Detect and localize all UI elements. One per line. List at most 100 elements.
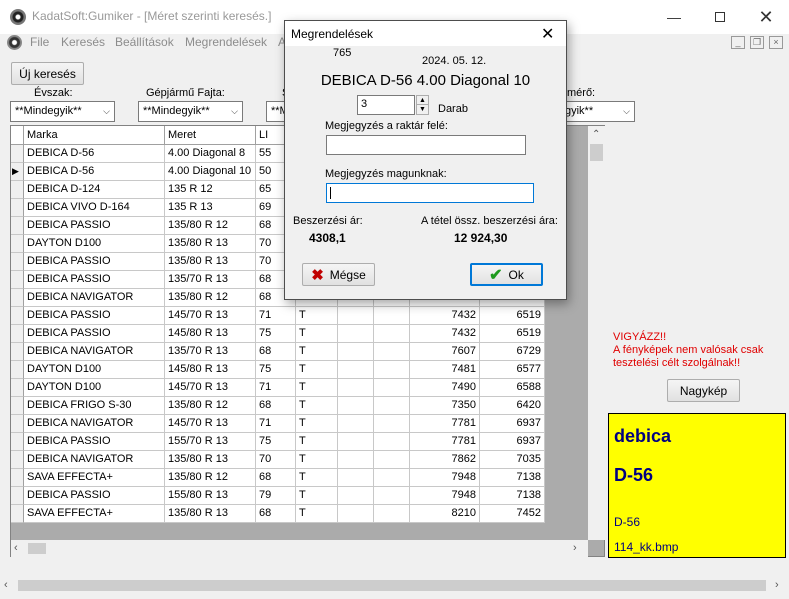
table-cell[interactable]: DEBICA PASSIO (24, 253, 165, 271)
table-cell[interactable]: 145/80 R 13 (165, 361, 256, 379)
table-cell[interactable]: 7607 (410, 343, 480, 361)
quantity-input[interactable]: 3 (357, 95, 415, 115)
table-cell[interactable]: T (296, 433, 338, 451)
table-row[interactable]: DEBICA NAVIGATOR 135/70 R 13 68 T 7607 6729 (11, 343, 545, 361)
table-cell[interactable]: 7138 (480, 487, 545, 505)
row-selector[interactable] (11, 415, 24, 433)
big-image-button[interactable]: Nagykép (667, 379, 740, 402)
table-cell[interactable]: 7781 (410, 415, 480, 433)
table-row[interactable]: DEBICA PASSIO 155/80 R 13 79 T 7948 7138 (11, 487, 545, 505)
table-row[interactable]: DEBICA PASSIO 145/70 R 13 71 T 7432 6519 (11, 307, 545, 325)
table-cell[interactable]: T (296, 415, 338, 433)
table-cell[interactable] (374, 325, 410, 343)
table-cell[interactable]: 7432 (410, 307, 480, 325)
table-cell[interactable]: 68 (256, 397, 296, 415)
table-cell[interactable]: 135/80 R 12 (165, 289, 256, 307)
table-cell[interactable]: 71 (256, 379, 296, 397)
table-cell[interactable]: 6729 (480, 343, 545, 361)
row-selector[interactable] (11, 271, 24, 289)
window-scroll-thumb[interactable] (18, 580, 766, 591)
mdi-minimize-icon[interactable]: _ (731, 36, 745, 49)
table-cell[interactable] (338, 325, 374, 343)
row-selector[interactable] (11, 289, 24, 307)
row-selector[interactable] (11, 235, 24, 253)
row-selector[interactable] (11, 145, 24, 163)
row-selector[interactable] (11, 181, 24, 199)
table-row[interactable]: SAVA EFFECTA+ 135/80 R 12 68 T 7948 7138 (11, 469, 545, 487)
table-cell[interactable]: 7781 (410, 433, 480, 451)
table-cell[interactable]: 71 (256, 415, 296, 433)
table-cell[interactable]: 7350 (410, 397, 480, 415)
table-cell[interactable] (374, 505, 410, 523)
scroll-left-icon[interactable]: ‹ (14, 542, 18, 554)
table-cell[interactable]: 7035 (480, 451, 545, 469)
table-cell[interactable]: DEBICA PASSIO (24, 271, 165, 289)
table-cell[interactable]: 135/80 R 12 (165, 217, 256, 235)
new-search-button[interactable]: Új keresés (11, 62, 84, 85)
table-cell[interactable] (338, 397, 374, 415)
row-selector[interactable] (11, 307, 24, 325)
minimize-icon[interactable]: — (651, 0, 697, 34)
window-horizontal-scrollbar[interactable]: ‹ › (0, 577, 789, 594)
table-cell[interactable]: DEBICA D-56 (24, 145, 165, 163)
row-selector[interactable] (11, 397, 24, 415)
table-cell[interactable]: T (296, 487, 338, 505)
spin-up-icon[interactable]: ▲ (417, 96, 428, 105)
table-cell[interactable]: 6588 (480, 379, 545, 397)
vertical-scrollbar[interactable]: ⌃ (588, 126, 605, 540)
table-row[interactable]: DEBICA PASSIO 155/70 R 13 75 T 7781 6937 (11, 433, 545, 451)
table-cell[interactable]: 7138 (480, 469, 545, 487)
spin-down-icon[interactable]: ▼ (417, 105, 428, 114)
table-cell[interactable]: DEBICA VIVO D-164 (24, 199, 165, 217)
table-cell[interactable]: DEBICA D-56 (24, 163, 165, 181)
table-cell[interactable]: DEBICA PASSIO (24, 307, 165, 325)
table-cell[interactable]: T (296, 325, 338, 343)
row-selector[interactable] (11, 199, 24, 217)
table-cell[interactable]: 135/80 R 12 (165, 469, 256, 487)
column-header[interactable]: Marka (24, 126, 165, 145)
table-cell[interactable] (338, 415, 374, 433)
table-cell[interactable]: T (296, 379, 338, 397)
table-cell[interactable]: 6577 (480, 361, 545, 379)
table-cell[interactable]: T (296, 361, 338, 379)
row-selector[interactable] (11, 361, 24, 379)
horizontal-scroll-thumb[interactable] (28, 543, 46, 554)
table-cell[interactable]: 145/70 R 13 (165, 379, 256, 397)
table-cell[interactable]: 135/80 R 13 (165, 235, 256, 253)
season-select[interactable]: **Mindegyik** ⌵ (10, 101, 115, 122)
quantity-stepper[interactable]: ▲ ▼ (416, 95, 429, 115)
table-cell[interactable]: 155/70 R 13 (165, 433, 256, 451)
table-cell[interactable] (374, 487, 410, 505)
table-cell[interactable] (338, 361, 374, 379)
scroll-up-icon[interactable]: ⌃ (592, 129, 600, 140)
table-cell[interactable]: T (296, 307, 338, 325)
mdi-child-icon[interactable] (7, 35, 22, 50)
vertical-scroll-thumb[interactable] (590, 144, 603, 161)
menu-orders[interactable]: Megrendelések (185, 35, 267, 49)
row-selector[interactable] (11, 505, 24, 523)
table-cell[interactable] (338, 307, 374, 325)
table-cell[interactable]: 7490 (410, 379, 480, 397)
table-cell[interactable] (338, 487, 374, 505)
size-select[interactable]: gyik** ⌵ (560, 101, 635, 122)
close-icon[interactable]: ✕ (541, 24, 554, 44)
table-cell[interactable]: SAVA EFFECTA+ (24, 469, 165, 487)
table-cell[interactable]: 135/80 R 12 (165, 397, 256, 415)
table-cell[interactable] (374, 433, 410, 451)
table-cell[interactable]: DEBICA PASSIO (24, 487, 165, 505)
table-row[interactable]: SAVA EFFECTA+ 135/80 R 13 68 T 8210 7452 (11, 505, 545, 523)
table-row[interactable]: DEBICA NAVIGATOR 145/70 R 13 71 T 7781 6937 (11, 415, 545, 433)
row-selector[interactable] (11, 433, 24, 451)
table-cell[interactable] (374, 397, 410, 415)
table-cell[interactable]: 6519 (480, 325, 545, 343)
table-cell[interactable]: 71 (256, 307, 296, 325)
table-cell[interactable]: 7948 (410, 487, 480, 505)
table-cell[interactable] (338, 451, 374, 469)
table-cell[interactable]: T (296, 397, 338, 415)
column-header[interactable]: Meret (165, 126, 256, 145)
table-cell[interactable]: 79 (256, 487, 296, 505)
scroll-left-icon[interactable]: ‹ (4, 579, 8, 591)
table-cell[interactable]: 135/70 R 13 (165, 271, 256, 289)
table-cell[interactable]: T (296, 451, 338, 469)
table-cell[interactable]: 75 (256, 361, 296, 379)
